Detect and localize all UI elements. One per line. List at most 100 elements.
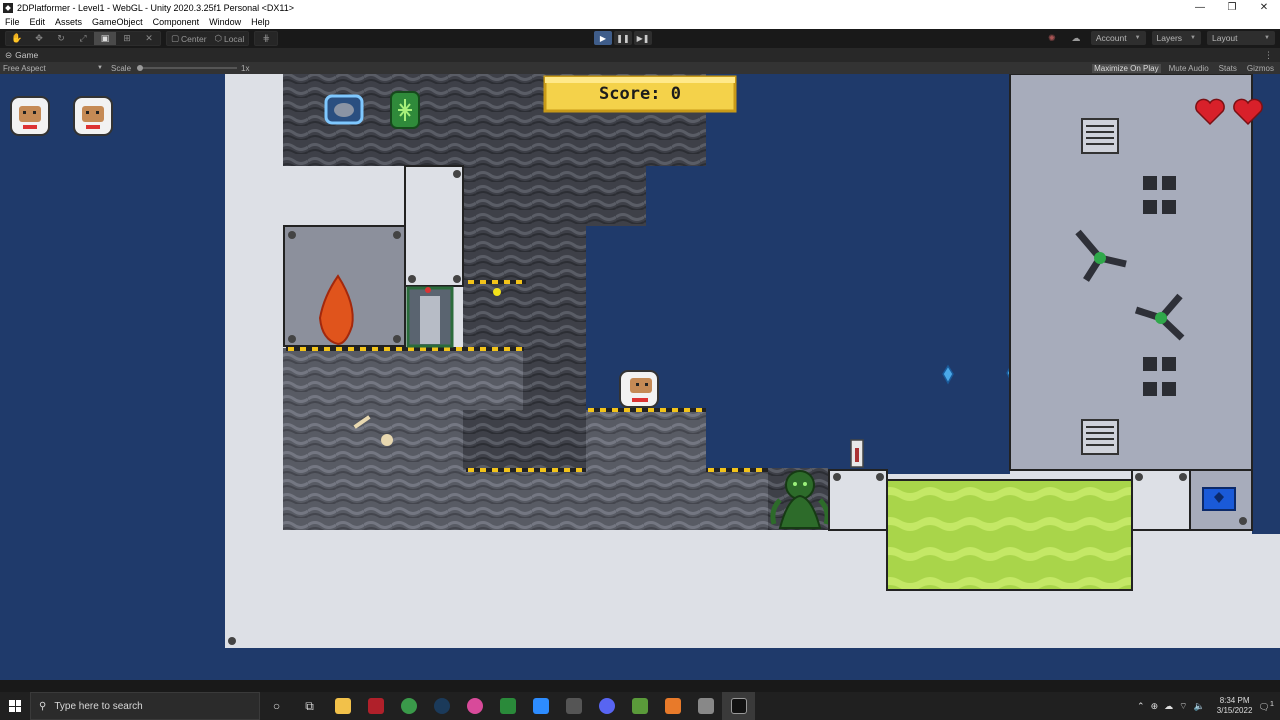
- taskbar-clock[interactable]: 8:34 PM 3/15/2022: [1217, 696, 1253, 716]
- game-viewport[interactable]: Score: 0: [0, 74, 1280, 680]
- aspect-dropdown[interactable]: Free Aspect: [3, 64, 46, 73]
- platform-marker: [493, 288, 501, 296]
- unity-editor-icon[interactable]: [722, 692, 755, 720]
- cloud-icon[interactable]: ☁: [1164, 701, 1173, 712]
- network-icon[interactable]: ⌔: [1179, 701, 1187, 712]
- zoom-icon[interactable]: [524, 692, 557, 720]
- step-button[interactable]: ▶❚: [634, 31, 652, 45]
- menu-component[interactable]: Component: [148, 17, 205, 27]
- player-astronaut: [619, 370, 659, 408]
- account-label: Account: [1095, 33, 1127, 43]
- layers-dropdown[interactable]: Layers ▼: [1151, 31, 1201, 45]
- chrome-icon[interactable]: [392, 692, 425, 720]
- score-highlight: [545, 77, 735, 83]
- skull-icon: [381, 434, 393, 446]
- pycharm-icon[interactable]: [491, 692, 524, 720]
- app-pink-icon[interactable]: [458, 692, 491, 720]
- scale-tool-icon[interactable]: ⤢: [72, 32, 94, 45]
- cortana-icon[interactable]: ○: [260, 692, 293, 720]
- system-tray: ⌃ ⊕ ☁ ⌔ 🔈 8:34 PM 3/15/2022 🗨1: [1137, 692, 1280, 720]
- hazard-stripe: [706, 468, 768, 472]
- pause-button[interactable]: ❚❚: [614, 31, 632, 45]
- mute-audio-toggle[interactable]: Mute Audio: [1167, 64, 1211, 73]
- unity-hub-icon[interactable]: [557, 692, 590, 720]
- chevron-up-icon[interactable]: ⌃: [1137, 701, 1145, 712]
- minecraft-icon[interactable]: [623, 692, 656, 720]
- maximize-button[interactable]: ❐: [1216, 2, 1248, 13]
- windows-logo-icon: [9, 700, 21, 712]
- stats-toggle[interactable]: Stats: [1217, 64, 1239, 73]
- menu-gameobject[interactable]: GameObject: [87, 17, 148, 27]
- tab-game-label: Game: [15, 50, 39, 60]
- play-button[interactable]: ▶: [594, 31, 612, 45]
- play-icon: ▶: [599, 33, 607, 43]
- pivot-center-label: Center: [181, 33, 207, 44]
- search-placeholder: Type here to search: [54, 700, 143, 712]
- app-orange-icon[interactable]: [656, 692, 689, 720]
- hand-tool-icon[interactable]: ✋: [6, 32, 28, 45]
- file-explorer-icon[interactable]: [326, 692, 359, 720]
- window-title: 2DPlatformer - Level1 - WebGL - Unity 20…: [17, 2, 294, 13]
- hazard-stripe: [466, 468, 586, 472]
- account-dropdown[interactable]: Account ▼: [1090, 31, 1146, 45]
- bolt-icon: [393, 231, 401, 239]
- search-icon: ⚲: [39, 700, 47, 712]
- layout-dropdown[interactable]: Layout ▼: [1207, 31, 1275, 45]
- scale-slider[interactable]: [137, 67, 237, 69]
- tray-apps-icon[interactable]: ⊕: [1151, 701, 1159, 712]
- discord-icon[interactable]: [590, 692, 623, 720]
- scale-value: 1x: [241, 63, 250, 73]
- unity-logo-icon: [3, 2, 13, 13]
- steam-icon[interactable]: [425, 692, 458, 720]
- life-icon: [10, 96, 50, 136]
- lever-handle: [855, 448, 859, 462]
- game-scene: Score: 0: [10, 74, 1280, 648]
- pivot-center-button[interactable]: ▢ Center: [167, 32, 211, 45]
- bolt-icon: [833, 473, 841, 481]
- menu-assets[interactable]: Assets: [50, 17, 87, 27]
- taskbar-search[interactable]: ⚲ Type here to search: [30, 692, 260, 720]
- chevron-down-icon: ▼: [1134, 35, 1141, 41]
- metal-building: [1009, 74, 1253, 471]
- bolt-icon: [1239, 517, 1247, 525]
- editor-status-bar: [0, 680, 1280, 692]
- app-red-icon[interactable]: [359, 692, 392, 720]
- task-view-icon[interactable]: ⧉: [293, 692, 326, 720]
- bolt-icon: [1179, 473, 1187, 481]
- start-button[interactable]: [0, 692, 30, 720]
- tab-game[interactable]: ⊝ Game: [0, 50, 38, 61]
- rect-tool-icon[interactable]: ▣: [94, 32, 116, 45]
- tab-menu-icon[interactable]: ⋮: [1264, 50, 1273, 61]
- pivot-local-button[interactable]: ⬡ Local: [211, 32, 249, 45]
- transform-tool-icon[interactable]: ⊞: [116, 32, 138, 45]
- rotate-tool-icon[interactable]: ↻: [50, 32, 72, 45]
- scale-slider-handle[interactable]: [137, 65, 143, 71]
- center-icon: ▢: [171, 33, 180, 43]
- bolt-icon: [1135, 473, 1143, 481]
- collab-icon[interactable]: ✺: [1043, 31, 1061, 45]
- notifications-icon[interactable]: 🗨1: [1258, 699, 1274, 713]
- window-title-bar: 2DPlatformer - Level1 - WebGL - Unity 20…: [0, 0, 1280, 15]
- vent-icon: [1081, 419, 1119, 455]
- menu-file[interactable]: File: [0, 17, 25, 27]
- hazard-stripe: [468, 280, 526, 284]
- app-grey-icon[interactable]: [689, 692, 722, 720]
- layout-label: Layout: [1212, 33, 1238, 43]
- close-button[interactable]: ✕: [1248, 2, 1280, 13]
- hazard-stripe: [588, 408, 706, 412]
- grid-snap-icon[interactable]: ⋕: [255, 32, 277, 45]
- menu-window[interactable]: Window: [204, 17, 246, 27]
- gizmos-dropdown[interactable]: Gizmos: [1245, 64, 1276, 73]
- cloud-icon[interactable]: ☁: [1067, 31, 1085, 45]
- chevron-down-icon: ▼: [1190, 35, 1196, 41]
- menu-edit[interactable]: Edit: [25, 17, 51, 27]
- wall-block: [404, 165, 464, 287]
- custom-tool-icon[interactable]: ✕: [138, 32, 160, 45]
- pivot-toggles: ▢ Center ⬡ Local: [166, 31, 250, 46]
- minimize-button[interactable]: —: [1184, 2, 1216, 13]
- grid-snap: ⋕: [254, 31, 279, 46]
- volume-icon[interactable]: 🔈: [1194, 701, 1205, 712]
- move-tool-icon[interactable]: ✥: [28, 32, 50, 45]
- menu-help[interactable]: Help: [246, 17, 275, 27]
- maximize-on-play-toggle[interactable]: Maximize On Play: [1092, 63, 1161, 73]
